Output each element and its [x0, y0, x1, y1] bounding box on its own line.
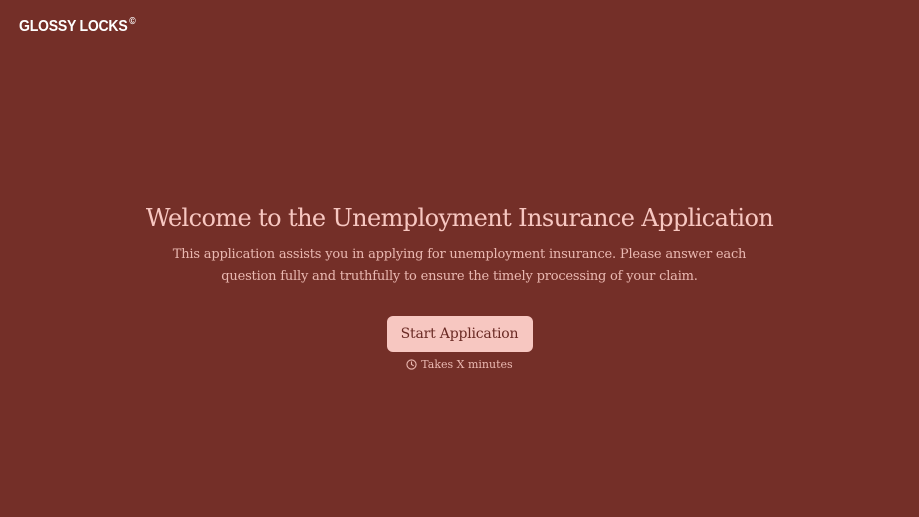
brand-name: GLOSSY LOCKS [19, 18, 128, 35]
brand-logo[interactable]: GLOSSY LOCKS © [19, 16, 136, 36]
duration-note: Takes X minutes [0, 358, 919, 371]
hero-section: Welcome to the Unemployment Insurance Ap… [0, 200, 919, 371]
page-title: Welcome to the Unemployment Insurance Ap… [145, 204, 774, 232]
copyright-mark: © [129, 16, 136, 27]
clock-icon [406, 359, 417, 370]
page-description: This application assists you in applying… [172, 247, 747, 284]
duration-text: Takes X minutes [421, 358, 513, 371]
start-application-button[interactable]: Start Application [386, 316, 533, 352]
